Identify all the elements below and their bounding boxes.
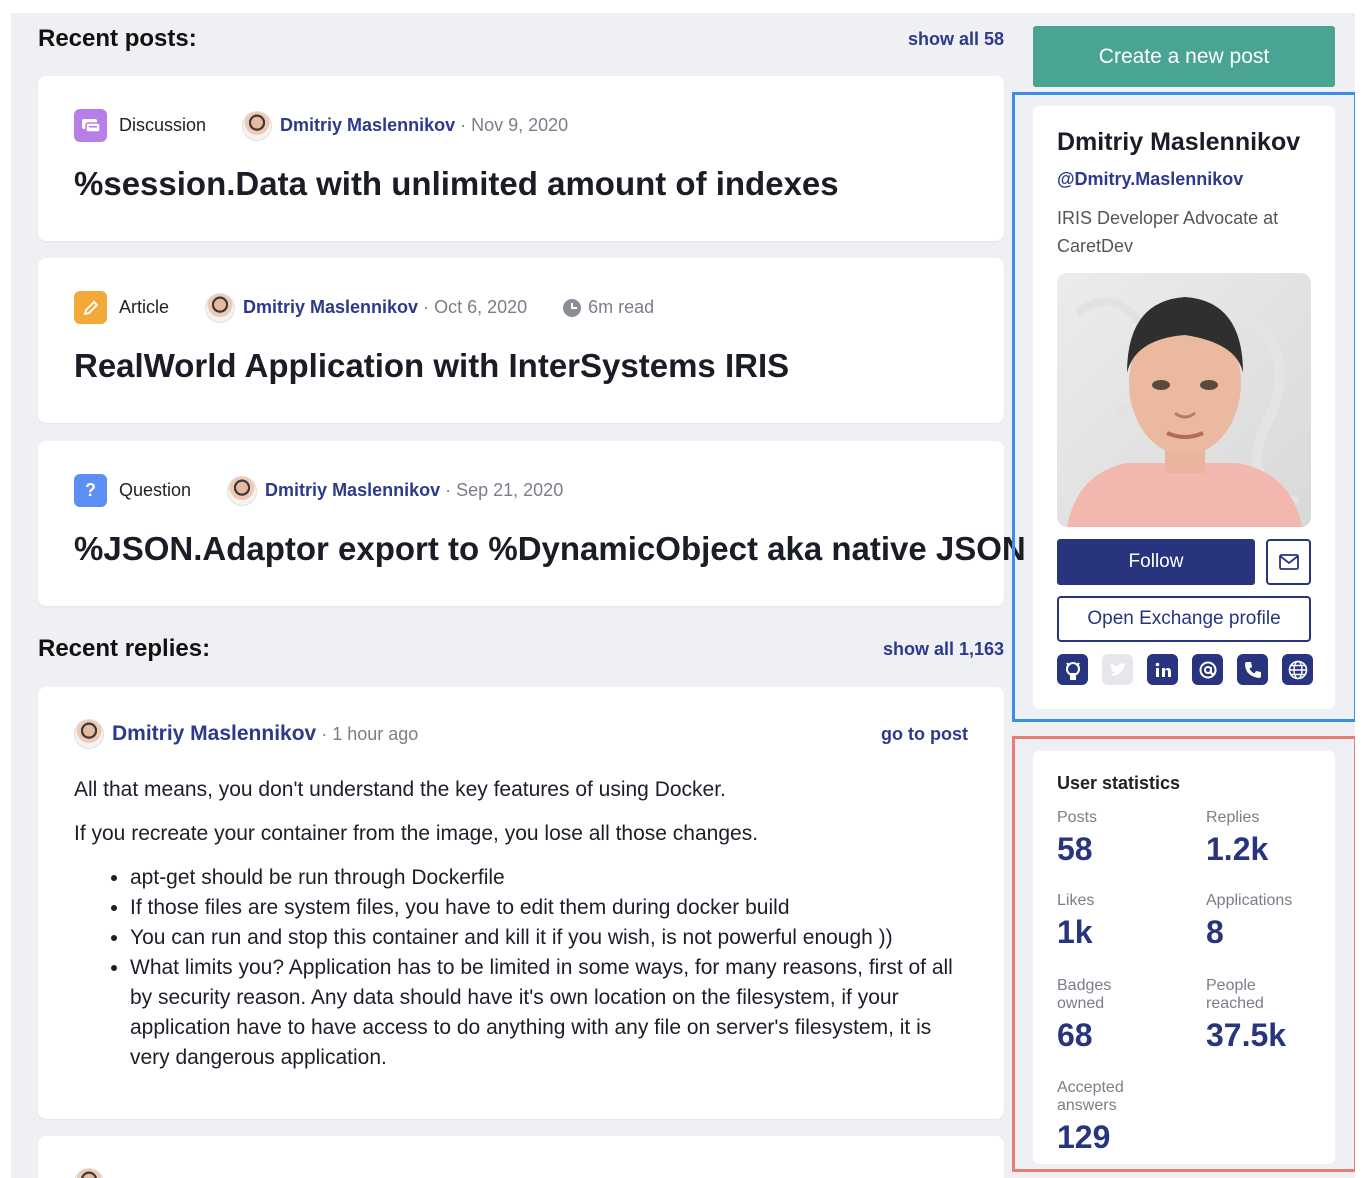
list-item: If those files are system files, you hav… — [130, 893, 974, 923]
go-to-post-link[interactable]: go to post — [881, 724, 968, 745]
post-type-label: Article — [119, 297, 170, 317]
recent-replies-header: Recent replies: show all 1,163 — [38, 635, 1004, 663]
reply-paragraph: All that means, you don't understand the… — [74, 778, 726, 801]
reply-paragraph: If you recreate your container from the … — [74, 822, 759, 845]
author-avatar[interactable] — [74, 1168, 104, 1178]
clock-icon — [563, 298, 582, 317]
profile-page: Recent posts: show all 58 Discussion Dmi… — [11, 13, 1355, 1178]
recent-replies-title: Recent replies: — [38, 635, 211, 662]
read-time-label: 6m read — [588, 297, 655, 317]
post-meta: Article Dmitriy Maslennikov · Oct 6, 202… — [74, 291, 654, 324]
author-link[interactable]: Dmitriy Maslennikov — [112, 722, 316, 746]
reply-card: Dmitriy Maslennikov · 1 hour ago go to p… — [38, 687, 1004, 1119]
author-avatar[interactable] — [205, 292, 236, 323]
discussion-icon — [74, 109, 107, 142]
show-all-posts-link[interactable]: show all 58 — [908, 29, 1004, 50]
list-item: apt-get should be run through Dockerfile — [130, 863, 974, 893]
post-meta: Discussion Dmitriy Maslennikov · Nov 9, … — [74, 109, 568, 142]
recent-posts-header: Recent posts: show all 58 — [38, 25, 1004, 53]
author-link[interactable]: Dmitriy Maslennikov — [243, 297, 418, 318]
post-date: · Sep 21, 2020 — [445, 480, 564, 500]
author-avatar[interactable] — [74, 719, 104, 749]
reply-meta: Dmitriy Maslennikov · 1 hour ago go to p… — [74, 719, 968, 749]
post-card[interactable]: ? Question Dmitriy Maslennikov · Sep 21,… — [38, 441, 1026, 606]
post-meta: ? Question Dmitriy Maslennikov · Sep 21,… — [74, 474, 563, 507]
show-all-replies-link[interactable]: show all 1,163 — [883, 639, 1004, 660]
author-avatar[interactable] — [227, 475, 258, 506]
reply-body: All that means, you don't understand the… — [74, 775, 974, 1073]
reply-time: · 1 hour ago — [321, 723, 419, 744]
recent-posts-title: Recent posts: — [38, 25, 197, 52]
question-mark-icon: ? — [74, 474, 107, 507]
post-card[interactable]: Discussion Dmitriy Maslennikov · Nov 9, … — [38, 76, 1004, 241]
reply-bullet-list: apt-get should be run through Dockerfile… — [130, 863, 974, 1073]
post-date: · Oct 6, 2020 — [423, 297, 528, 317]
author-link[interactable]: Dmitriy Maslennikov — [265, 480, 440, 501]
list-item: You can run and stop this container and … — [130, 923, 974, 953]
list-item: What limits you? Application has to be l… — [130, 953, 974, 1073]
reply-card — [38, 1136, 1004, 1178]
post-title-link[interactable]: RealWorld Application with InterSystems … — [74, 347, 789, 385]
highlight-frame-statistics — [1012, 736, 1355, 1172]
author-avatar[interactable] — [242, 110, 273, 141]
article-pencil-icon — [74, 291, 107, 324]
create-post-button[interactable]: Create a new post — [1033, 26, 1335, 87]
post-card[interactable]: Article Dmitriy Maslennikov · Oct 6, 202… — [38, 258, 1004, 423]
post-title-link[interactable]: %JSON.Adaptor export to %DynamicObject a… — [74, 530, 1026, 568]
highlight-frame-profile — [1012, 92, 1355, 722]
post-type-label: Question — [119, 480, 192, 500]
post-title-link[interactable]: %session.Data with unlimited amount of i… — [74, 165, 839, 203]
read-time: 6m read — [563, 297, 654, 318]
post-type-label: Discussion — [119, 115, 207, 135]
author-link[interactable]: Dmitriy Maslennikov — [280, 115, 455, 136]
post-date: · Nov 9, 2020 — [460, 115, 569, 135]
